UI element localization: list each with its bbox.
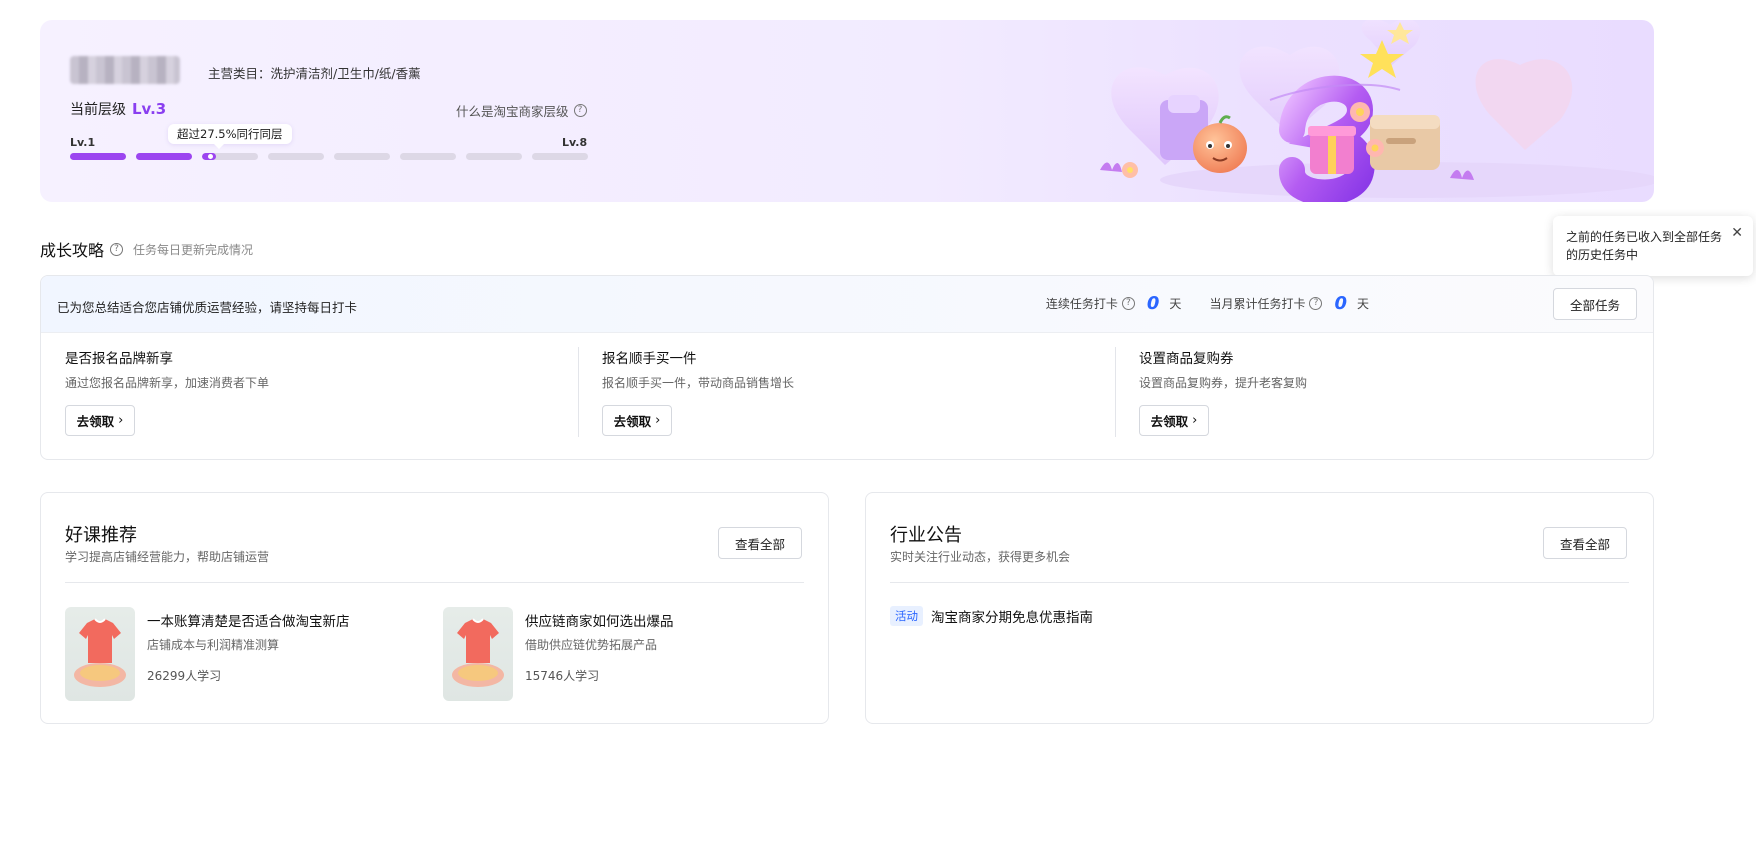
industry-news-card: 行业公告 实时关注行业动态，获得更多机会 查看全部 活动 淘宝商家分期免息优惠指… xyxy=(865,492,1654,724)
course-learner-count: 15746人学习 xyxy=(525,669,600,683)
claim-button[interactable]: 去领取 › xyxy=(602,405,672,436)
progress-segment-complete xyxy=(70,153,126,160)
streak-value: 0 xyxy=(1146,293,1160,314)
level-max-label: Lv.8 xyxy=(562,136,588,149)
course-view-all-button[interactable]: 查看全部 xyxy=(718,527,802,559)
task-card: 已为您总结适合您店铺优质运营经验，请坚持每日打卡 连续任务打卡 ? 0 天 当月… xyxy=(40,275,1654,460)
current-level-label: 当前层级 xyxy=(70,102,126,118)
task-card-header: 已为您总结适合您店铺优质运营经验，请坚持每日打卡 连续任务打卡 ? 0 天 当月… xyxy=(41,276,1653,333)
progress-segment xyxy=(334,153,390,160)
claim-button[interactable]: 去领取 › xyxy=(65,405,135,436)
course-learner-count: 26299人学习 xyxy=(147,669,222,683)
month-value: 0 xyxy=(1334,293,1347,314)
claim-label: 去领取 xyxy=(1150,414,1189,429)
course-desc: 店铺成本与利润精准测算 xyxy=(147,638,280,652)
news-tag: 活动 xyxy=(890,606,923,626)
progress-segment-complete xyxy=(136,153,192,160)
streak-label: 连续任务打卡 xyxy=(1045,297,1118,311)
streak-unit: 天 xyxy=(1169,297,1182,311)
tshirt-course-icon xyxy=(452,618,504,687)
question-circle-icon[interactable]: ? xyxy=(110,242,124,256)
news-card-title: 行业公告 xyxy=(890,525,962,546)
chevron-right-icon: › xyxy=(1192,413,1198,428)
course-card-title: 好课推荐 xyxy=(65,525,137,546)
month-unit: 天 xyxy=(1356,297,1369,311)
peer-rank-tooltip: 超过27.5%同行同层 xyxy=(168,124,292,149)
progress-segment xyxy=(532,153,588,160)
level-three-illustration xyxy=(1100,20,1654,202)
current-level: 当前层级 Lv.3 xyxy=(70,99,166,119)
checkin-stats: 连续任务打卡 ? 0 天 当月累计任务打卡 ? 0 天 xyxy=(1018,293,1369,314)
question-circle-icon[interactable]: ? xyxy=(1121,297,1135,310)
popover-text: 之前的任务已收入到全部任务的历史任务中 xyxy=(1566,230,1723,262)
level-min-label: Lv.1 xyxy=(70,136,96,149)
chevron-right-icon: › xyxy=(655,413,661,428)
what-is-level-text: 什么是淘宝商家层级 xyxy=(456,104,569,119)
growth-section-header: 成长攻略 ? 任务每日更新完成情况 xyxy=(40,237,253,261)
all-tasks-button[interactable]: 全部任务 xyxy=(1553,288,1637,320)
course-item[interactable]: 供应链商家如何选出爆品 借助供应链优势拓展产品 15746人学习 xyxy=(443,607,785,701)
question-circle-icon[interactable]: ? xyxy=(1309,297,1323,310)
task-item: 设置商品复购券 设置商品复购券，提升老客复购 去领取 › xyxy=(1115,347,1652,457)
divider xyxy=(890,582,1629,583)
progress-marker xyxy=(208,154,213,159)
news-item[interactable]: 活动 淘宝商家分期免息优惠指南 xyxy=(890,606,1093,626)
level-progress-bar xyxy=(70,153,588,160)
task-header-text: 已为您总结适合您店铺优质运营经验，请坚持每日打卡 xyxy=(57,300,358,315)
claim-button[interactable]: 去领取 › xyxy=(1139,405,1209,436)
growth-title: 成长攻略 xyxy=(40,241,105,260)
close-icon[interactable]: ✕ xyxy=(1731,224,1743,242)
what-is-level-link[interactable]: 什么是淘宝商家层级 ? xyxy=(456,101,587,120)
level-banner: 主营类目：洗护清洁剂/卫生巾/纸/香薰 当前层级 Lv.3 什么是淘宝商家层级 ?… xyxy=(40,20,1654,202)
month-label: 当月累计任务打卡 xyxy=(1209,297,1306,311)
task-title: 是否报名品牌新享 xyxy=(65,351,173,367)
course-desc: 借助供应链优势拓展产品 xyxy=(525,638,658,652)
store-name-redacted xyxy=(70,56,180,84)
task-desc: 设置商品复购券，提升老客复购 xyxy=(1139,376,1308,390)
task-title: 设置商品复购券 xyxy=(1139,351,1234,367)
course-info: 供应链商家如何选出爆品 借助供应链优势拓展产品 15746人学习 xyxy=(525,607,785,701)
progress-segment xyxy=(400,153,456,160)
course-thumbnail xyxy=(443,607,513,701)
progress-segment xyxy=(466,153,522,160)
task-desc: 通过您报名品牌新享，加速消费者下单 xyxy=(65,376,270,390)
course-info: 一本账算清楚是否适合做淘宝新店 店铺成本与利润精准测算 26299人学习 xyxy=(147,607,407,701)
course-recommend-card: 好课推荐 学习提高店铺经营能力，帮助店铺运营 查看全部 一本账算清楚是否适合做淘… xyxy=(40,492,829,724)
course-title: 一本账算清楚是否适合做淘宝新店 xyxy=(147,614,350,630)
progress-segment-current xyxy=(202,153,258,160)
month-stat: 当月累计任务打卡 ? 0 天 xyxy=(1209,293,1369,314)
divider xyxy=(65,582,804,583)
question-circle-icon: ? xyxy=(573,104,587,117)
task-title: 报名顺手买一件 xyxy=(602,351,697,367)
news-card-subtitle: 实时关注行业动态，获得更多机会 xyxy=(890,550,1071,564)
main-category: 主营类目：洗护清洁剂/卫生巾/纸/香薰 xyxy=(208,66,421,81)
task-list: 是否报名品牌新享 通过您报名品牌新享，加速消费者下单 去领取 › 报名顺手买一件 … xyxy=(41,333,1653,457)
history-tasks-popover: 之前的任务已收入到全部任务的历史任务中 ✕ xyxy=(1553,216,1753,282)
streak-stat: 连续任务打卡 ? 0 天 xyxy=(1046,293,1182,314)
growth-subtitle: 任务每日更新完成情况 xyxy=(133,242,254,257)
current-level-value: Lv.3 xyxy=(132,100,167,118)
course-thumbnail xyxy=(65,607,135,701)
task-item: 是否报名品牌新享 通过您报名品牌新享，加速消费者下单 去领取 › xyxy=(41,347,578,457)
task-desc: 报名顺手买一件，带动商品销售增长 xyxy=(602,376,795,390)
course-title: 供应链商家如何选出爆品 xyxy=(525,614,674,630)
tshirt-course-icon xyxy=(74,618,126,687)
claim-label: 去领取 xyxy=(76,414,115,429)
chevron-right-icon: › xyxy=(118,413,124,428)
task-item: 报名顺手买一件 报名顺手买一件，带动商品销售增长 去领取 › xyxy=(578,347,1115,457)
news-view-all-button[interactable]: 查看全部 xyxy=(1543,527,1627,559)
course-item[interactable]: 一本账算清楚是否适合做淘宝新店 店铺成本与利润精准测算 26299人学习 xyxy=(65,607,407,701)
progress-segment xyxy=(268,153,324,160)
course-card-subtitle: 学习提高店铺经营能力，帮助店铺运营 xyxy=(65,550,270,564)
news-title: 淘宝商家分期免息优惠指南 xyxy=(931,610,1093,626)
claim-label: 去领取 xyxy=(613,414,652,429)
